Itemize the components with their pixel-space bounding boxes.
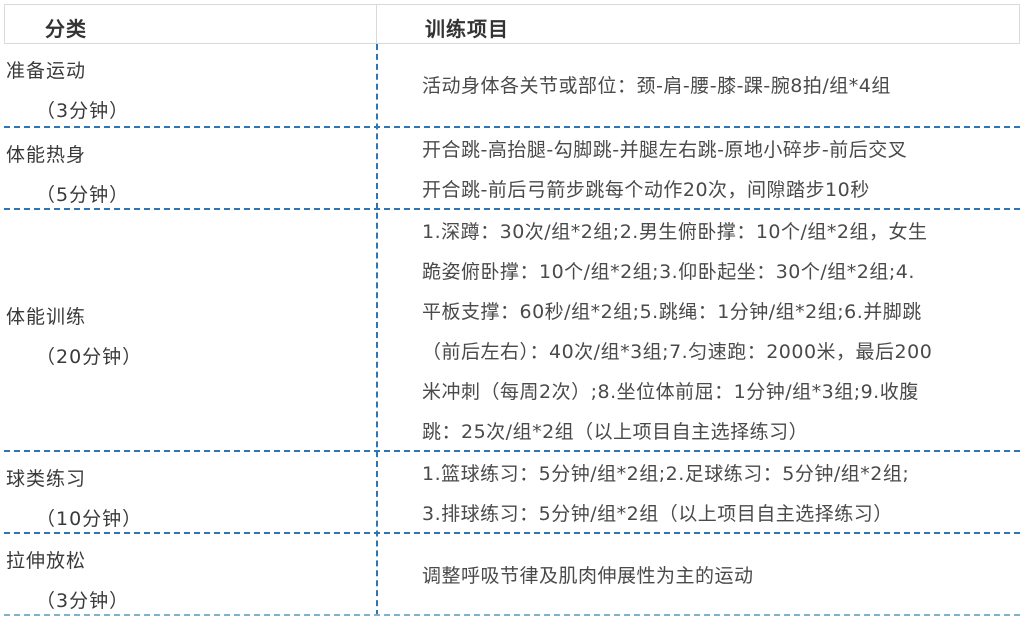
table-header: 分类 训练项目 — [4, 4, 1020, 44]
training-table: 分类 训练项目 准备运动 （3分钟） 活动身体各关节或部位：颈-肩-腰-膝-踝-… — [4, 4, 1020, 616]
table-row-warmup: 准备运动 （3分钟） 活动身体各关节或部位：颈-肩-腰-膝-踝-腕8拍/组*4组 — [4, 44, 1020, 126]
content-line: 跪姿俯卧撑：10个/组*2组;3.仰卧起坐：30个/组*2组;4. — [422, 261, 915, 283]
training-content: 调整呼吸节律及肌肉伸展性为主的运动 — [422, 556, 1016, 596]
content-line: 开合跳-前后弓箭步跳每个动作20次，间隙踏步10秒 — [422, 179, 870, 201]
row-separator — [4, 614, 1020, 616]
content-line: 1.篮球练习：5分钟/组*2组;2.足球练习：5分钟/组*2组; — [422, 463, 910, 485]
category-duration: （3分钟） — [36, 590, 130, 612]
training-content: 1.深蹲：30次/组*2组;2.男生俯卧撑：10个/组*2组，女生 跪姿俯卧撑：… — [422, 212, 1016, 452]
header-column-divider — [376, 4, 377, 44]
content-line: （前后左右）：40次/组*3组;7.匀速跑：2000米，最后200 — [422, 341, 933, 363]
category-duration: （5分钟） — [36, 184, 130, 206]
category-name: 体能热身 — [6, 144, 87, 166]
training-content: 1.篮球练习：5分钟/组*2组;2.足球练习：5分钟/组*2组; 3.排球练习：… — [422, 454, 1016, 534]
training-content: 开合跳-高抬腿-勾脚跳-并腿左右跳-原地小碎步-前后交叉 开合跳-前后弓箭步跳每… — [422, 130, 1016, 210]
category-duration: （10分钟） — [36, 508, 143, 530]
content-line: 活动身体各关节或部位：颈-肩-腰-膝-踝-腕8拍/组*4组 — [422, 75, 891, 97]
category-name: 拉伸放松 — [6, 550, 87, 572]
category-name: 球类练习 — [6, 468, 87, 490]
header-category: 分类 — [45, 17, 87, 41]
table-row-stretch-relax: 拉伸放松 （3分钟） 调整呼吸节律及肌肉伸展性为主的运动 — [4, 534, 1020, 614]
table-row-fitness-training: 体能训练 （20分钟） 1.深蹲：30次/组*2组;2.男生俯卧撑：10个/组*… — [4, 210, 1020, 450]
training-content: 活动身体各关节或部位：颈-肩-腰-膝-踝-腕8拍/组*4组 — [422, 66, 1016, 106]
content-line: 调整呼吸节律及肌肉伸展性为主的运动 — [422, 565, 754, 587]
table-row-ball-practice: 球类练习 （10分钟） 1.篮球练习：5分钟/组*2组;2.足球练习：5分钟/组… — [4, 452, 1020, 532]
content-line: 跳：25次/组*2组（以上项目自主选择练习） — [422, 421, 809, 443]
content-line: 开合跳-高抬腿-勾脚跳-并腿左右跳-原地小碎步-前后交叉 — [422, 139, 908, 161]
content-line: 米冲刺（每周2次）;8.坐位体前屈：1分钟/组*3组;9.收腹 — [422, 381, 919, 403]
content-line: 3.排球练习：5分钟/组*2组（以上项目自主选择练习） — [422, 503, 893, 525]
content-line: 1.深蹲：30次/组*2组;2.男生俯卧撑：10个/组*2组，女生 — [422, 221, 928, 243]
category-name: 准备运动 — [6, 60, 87, 82]
category-duration: （3分钟） — [36, 100, 130, 122]
category-name: 体能训练 — [6, 306, 87, 328]
category-duration: （20分钟） — [36, 346, 143, 368]
header-training-items: 训练项目 — [425, 17, 509, 41]
content-line: 平板支撑：60秒/组*2组;5.跳绳：1分钟/组*2组;6.并脚跳 — [422, 301, 922, 323]
table-row-fitness-warmup: 体能热身 （5分钟） 开合跳-高抬腿-勾脚跳-并腿左右跳-原地小碎步-前后交叉 … — [4, 128, 1020, 208]
